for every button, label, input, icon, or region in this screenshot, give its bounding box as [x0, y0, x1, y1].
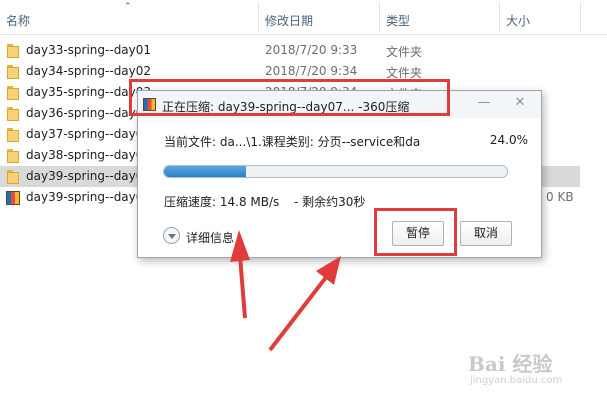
baidu-watermark: Bai 经验: [468, 352, 553, 376]
arrow-head-right: [316, 256, 341, 285]
arrow-line-right: [268, 274, 329, 352]
arrow-line-left: [238, 255, 247, 319]
arrow-head-left: [230, 230, 250, 262]
annotation-arrows: [230, 230, 341, 352]
baidu-watermark-url: jingyan.baidu.com: [470, 375, 563, 386]
